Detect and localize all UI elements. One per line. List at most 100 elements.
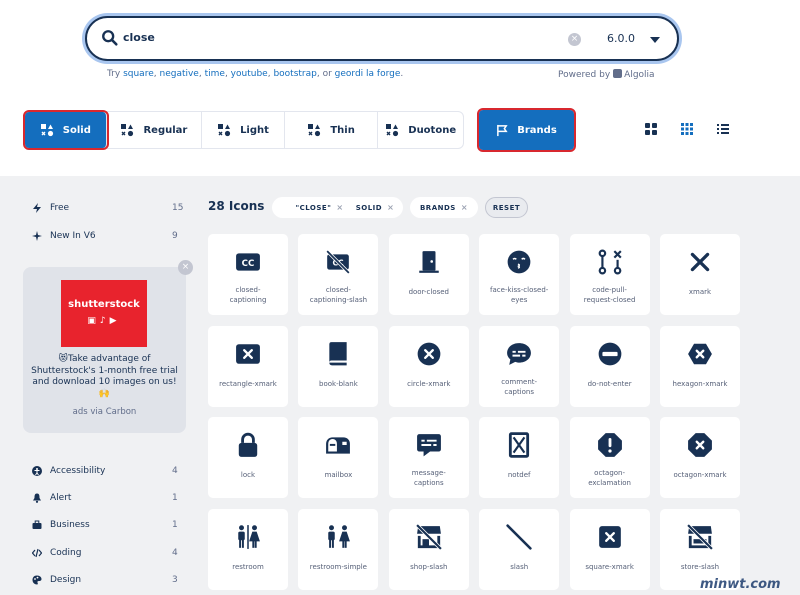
brands-label: Brands (517, 124, 557, 136)
filter-chip[interactable]: SOLID × (347, 197, 403, 218)
sidebar-item-count: 4 (172, 466, 178, 476)
style-solid-button[interactable]: Solid (23, 110, 109, 150)
restroom-icon (238, 524, 260, 549)
icon-card-circle-xmark[interactable]: circle-xmark (388, 325, 469, 407)
icon-card-face-kiss-closed-eyes[interactable]: face-kiss-closed- eyes (479, 234, 560, 315)
version-select[interactable]: 6.0.0 (607, 32, 635, 45)
icon-card-label: closed- captioning (229, 286, 267, 304)
icon-card-notdef[interactable]: notdef (479, 417, 560, 499)
suggestion-youtube[interactable]: youtube (231, 69, 268, 79)
icon-card-book-blank[interactable]: book-blank (298, 325, 379, 407)
algolia-icon (613, 69, 623, 78)
icon-card-label: door-closed (408, 288, 450, 296)
icon-card-octagon-xmark[interactable]: octagon-xmark (660, 417, 740, 499)
restroom-simple-icon (328, 525, 351, 548)
icon-card-rectangle-xmark[interactable]: rectangle-xmark (208, 325, 288, 407)
icon-card-label: slash (510, 562, 529, 571)
suggestion-negative[interactable]: negative (159, 69, 198, 79)
closed-captioning-icon: CC (236, 253, 260, 271)
small-grid-icon[interactable] (680, 122, 694, 136)
icon-card-octagon-exclamation[interactable]: octagon- exclamation (569, 417, 650, 499)
icon-card-label: octagon-xmark (673, 471, 727, 480)
icon-card-xmark[interactable]: xmark (660, 234, 740, 315)
icon-card-label: xmark (688, 288, 712, 296)
filter-chip[interactable]: BRANDS × (410, 197, 478, 218)
remove-filter-icon[interactable]: × (336, 203, 343, 212)
sidebar-item-label: Design (50, 575, 82, 585)
close-ad-icon[interactable]: × (178, 260, 193, 275)
icon-card-shop-slash[interactable]: shop-slash (388, 508, 469, 590)
sparkle-icon (32, 231, 42, 241)
shapes-icon (121, 124, 134, 137)
style-duotone-button[interactable]: Duotone (378, 112, 463, 148)
style-label: Solid (62, 124, 91, 136)
ad-text[interactable]: 😻Take advantage of Shutterstock's 1-mont… (31, 354, 178, 400)
style-light-button[interactable]: Light (202, 112, 285, 148)
icon-card-message-captions[interactable]: message- captions (388, 417, 469, 499)
message-captions-icon (416, 434, 441, 457)
icon-card-closed-captioning-slash[interactable]: CC closed- captioning-slash (298, 234, 379, 315)
sidebar-item-count: 4 (172, 548, 178, 558)
circle-xmark-icon (417, 342, 441, 365)
icon-card-hexagon-xmark[interactable]: hexagon-xmark (660, 325, 740, 407)
door-closed-icon (419, 251, 439, 273)
shapes-icon (386, 124, 399, 137)
store-slash-icon (687, 523, 713, 550)
large-grid-icon[interactable] (644, 122, 658, 136)
icon-card-label: lock (240, 471, 256, 480)
icon-card-code-pull-request-closed[interactable]: code-pull- request-closed (569, 234, 650, 315)
icon-card-door-closed[interactable]: door-closed (388, 234, 469, 315)
icon-card-restroom[interactable]: restroom (208, 508, 288, 590)
search-bar[interactable]: close × 6.0.0 (85, 16, 679, 61)
universal-access-icon (32, 466, 42, 476)
icon-card-restroom-simple[interactable]: restroom-simple (298, 508, 379, 590)
reset-button[interactable]: RESET (485, 197, 528, 218)
icon-card-mailbox[interactable]: mailbox (298, 417, 379, 499)
style-regular-button[interactable]: Regular (107, 112, 203, 148)
shapes-icon (218, 124, 231, 137)
icon-card-slash[interactable]: slash (479, 508, 560, 590)
results-count: 28 Icons (208, 199, 265, 213)
suggestion-geordi[interactable]: geordi la forge (335, 69, 401, 79)
icon-card-do-not-enter[interactable]: do-not-enter (569, 325, 650, 407)
view-toggles (644, 122, 730, 136)
suggestion-square[interactable]: square (123, 69, 154, 79)
brands-button[interactable]: Brands (477, 108, 576, 152)
shutterstock-logo[interactable]: shutterstock ▣♪▶ (61, 280, 147, 347)
list-icon[interactable] (716, 122, 730, 136)
sidebar-item-count: 1 (172, 520, 178, 530)
sidebar-item-count: 1 (172, 493, 178, 503)
sidebar-item-count: 3 (172, 575, 178, 585)
remove-filter-icon[interactable]: × (461, 203, 468, 212)
briefcase-icon (32, 520, 42, 529)
shapes-icon (40, 124, 53, 137)
icon-card-comment-captions[interactable]: comment- captions (479, 325, 560, 407)
sidebar-item-label: Alert (50, 493, 72, 503)
suggestion-time[interactable]: time (205, 69, 225, 79)
remove-filter-icon[interactable]: × (387, 203, 394, 212)
icon-card-square-xmark[interactable]: square-xmark (569, 508, 650, 590)
chevron-down-icon[interactable] (650, 37, 660, 43)
book-blank-icon (329, 341, 348, 365)
icon-card-closed-captioning[interactable]: CC closed- captioning (208, 234, 288, 315)
watermark: minwt.com (700, 577, 781, 592)
style-thin-button[interactable]: Thin (285, 112, 379, 148)
icon-card-label: circle-xmark (407, 379, 451, 388)
ad-via[interactable]: ads via Carbon (23, 407, 186, 417)
media-icons: ▣♪▶ (87, 316, 121, 326)
flag-icon (497, 124, 508, 136)
clear-search-icon[interactable]: × (568, 33, 581, 46)
code-icon (32, 548, 42, 558)
style-label: Duotone (408, 124, 457, 136)
octagon-xmark-icon (688, 433, 712, 458)
icon-card-lock[interactable]: lock (208, 417, 288, 499)
palette-icon (32, 575, 42, 585)
carbon-ad[interactable]: × shutterstock ▣♪▶ 😻Take advantage of Sh… (23, 260, 193, 433)
search-icon (102, 30, 118, 46)
provider-name[interactable]: Algolia (624, 70, 654, 80)
suggestion-bootstrap[interactable]: bootstrap (273, 69, 316, 79)
icon-card-label: shop-slash (410, 562, 448, 571)
search-input[interactable]: close (123, 31, 155, 44)
comment-captions-icon (507, 342, 532, 365)
icon-card-label: hexagon-xmark (672, 379, 728, 388)
